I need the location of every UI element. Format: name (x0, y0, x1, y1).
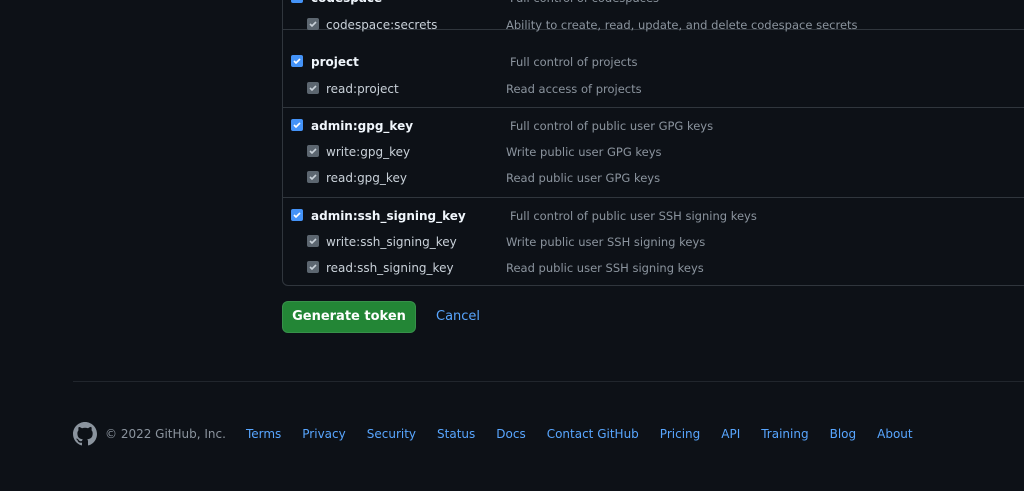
scope-name: admin:ssh_signing_key (311, 209, 466, 223)
footer-link-training[interactable]: Training (761, 427, 808, 441)
scope-description: Read public user SSH signing keys (506, 261, 704, 275)
checkbox-codespace[interactable] (291, 0, 303, 3)
scope-description: Write public user GPG keys (506, 145, 662, 159)
footer-link-api[interactable]: API (721, 427, 740, 441)
scope-row-codespace-secrets[interactable]: codespace:secrets Ability to create, rea… (283, 15, 1024, 35)
scope-row-read-project[interactable]: read:project Read access of projects (283, 79, 1024, 99)
token-page: codespace Full control of codespaces cod… (0, 0, 1024, 491)
scope-group-divider (283, 107, 1024, 108)
checkbox-project[interactable] (291, 55, 303, 67)
cancel-link[interactable]: Cancel (436, 309, 480, 324)
scope-description: Read access of projects (506, 82, 642, 96)
scope-row-codespace[interactable]: codespace Full control of codespaces (283, 0, 1024, 8)
scope-row-read-gpg-key[interactable]: read:gpg_key Read public user GPG keys (283, 168, 1024, 188)
scope-name: read:gpg_key (326, 171, 407, 185)
scope-row-read-ssh-signing-key[interactable]: read:ssh_signing_key Read public user SS… (283, 258, 1024, 278)
footer-link-about[interactable]: About (877, 427, 912, 441)
scope-description: Full control of public user SSH signing … (510, 209, 757, 223)
scope-row-admin-gpg-key[interactable]: admin:gpg_key Full control of public use… (283, 116, 1024, 136)
generate-token-button[interactable]: Generate token (282, 301, 416, 333)
footer-copyright: © 2022 GitHub, Inc. (105, 427, 226, 441)
scope-name: codespace (311, 0, 382, 8)
footer-link-contact-github[interactable]: Contact GitHub (547, 427, 639, 441)
footer-link-terms[interactable]: Terms (246, 427, 281, 441)
scope-name: write:gpg_key (326, 145, 411, 159)
scopes-list: codespace Full control of codespaces cod… (282, 0, 1024, 286)
scope-name: read:ssh_signing_key (326, 261, 454, 275)
scope-row-write-gpg-key[interactable]: write:gpg_key Write public user GPG keys (283, 142, 1024, 162)
scope-row-admin-ssh-signing-key[interactable]: admin:ssh_signing_key Full control of pu… (283, 206, 1024, 226)
checkbox-read-project[interactable] (307, 82, 319, 94)
scope-description: Read public user GPG keys (506, 171, 661, 185)
scope-description: Ability to create, read, update, and del… (506, 18, 858, 32)
footer-link-privacy[interactable]: Privacy (302, 427, 345, 441)
checkbox-codespace-secrets[interactable] (307, 18, 319, 30)
scope-row-write-ssh-signing-key[interactable]: write:ssh_signing_key Write public user … (283, 232, 1024, 252)
scope-description: Write public user SSH signing keys (506, 235, 706, 249)
footer: © 2022 GitHub, Inc. Terms Privacy Securi… (73, 422, 934, 446)
checkbox-write-ssh-signing-key[interactable] (307, 235, 319, 247)
footer-link-blog[interactable]: Blog (830, 427, 857, 441)
scope-name: write:ssh_signing_key (326, 235, 457, 249)
scope-name: read:project (326, 82, 399, 96)
scope-group-divider (283, 197, 1024, 198)
footer-link-docs[interactable]: Docs (496, 427, 525, 441)
checkbox-read-gpg-key[interactable] (307, 171, 319, 183)
scope-row-project[interactable]: project Full control of projects (283, 52, 1024, 72)
footer-link-status[interactable]: Status (437, 427, 475, 441)
scope-name: project (311, 55, 359, 69)
scope-name: admin:gpg_key (311, 119, 414, 133)
scope-description: Full control of projects (510, 55, 638, 69)
scope-description: Full control of codespaces (510, 0, 659, 8)
checkbox-admin-gpg-key[interactable] (291, 119, 303, 131)
footer-link-security[interactable]: Security (367, 427, 416, 441)
checkbox-write-gpg-key[interactable] (307, 145, 319, 157)
github-mark-icon[interactable] (73, 422, 97, 446)
footer-link-pricing[interactable]: Pricing (660, 427, 700, 441)
scope-name: codespace:secrets (326, 18, 438, 32)
footer-divider (73, 381, 1024, 382)
checkbox-admin-ssh-signing-key[interactable] (291, 209, 303, 221)
checkbox-read-ssh-signing-key[interactable] (307, 261, 319, 273)
scope-description: Full control of public user GPG keys (510, 119, 714, 133)
